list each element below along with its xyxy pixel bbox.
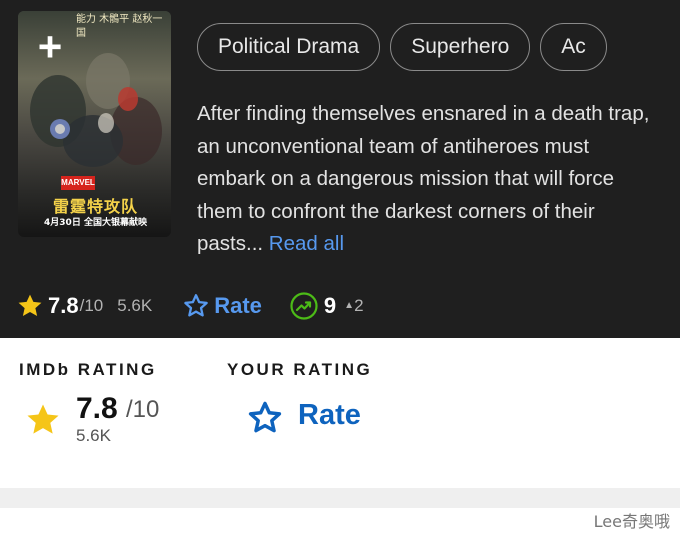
- popularity-rank: 9: [323, 293, 337, 318]
- genre-chip[interactable]: Political Drama: [197, 23, 381, 71]
- rating-section: IMDb RATING YOUR RATING 7.8 /10 5.6K Rat…: [0, 338, 680, 488]
- poster-title-text: 雷霆特攻队: [52, 197, 138, 216]
- your-rate-button[interactable]: Rate: [298, 399, 361, 432]
- plot-text: After finding themselves ensnared in a d…: [197, 102, 650, 255]
- imdb-rating-score[interactable]: 7.8: [76, 392, 118, 426]
- genre-chip[interactable]: Superhero: [390, 23, 531, 71]
- poster-image[interactable]: + 能力 木鶻平 赵秋一 国 MARVEL 雷霆特攻队 4月30日 全国大银幕献…: [18, 11, 171, 237]
- marvel-badge: MARVEL: [61, 176, 95, 190]
- plot-description[interactable]: After finding themselves ensnared in a d…: [197, 98, 657, 261]
- title-overview-panel: + 能力 木鶻平 赵秋一 国 MARVEL 雷霆特攻队 4月30日 全国大银幕献…: [0, 0, 680, 338]
- imdb-rating-out-of: /10: [126, 396, 160, 423]
- vote-count: 5.6K: [117, 296, 153, 315]
- next-section: [0, 508, 680, 540]
- rating-metrics-bar: 7.8 /10 5.6K Rate 9 ▲2: [16, 288, 364, 324]
- genre-chip[interactable]: Ac: [540, 23, 607, 71]
- rating-score: 7.8: [48, 293, 79, 318]
- star-outline-icon[interactable]: [182, 292, 210, 320]
- your-rating-header: YOUR RATING: [227, 360, 373, 379]
- poster-date-text: 4月30日 全国大银幕献映: [44, 218, 147, 228]
- poster-top-text: 能力 木鶻平 赵秋一 国: [76, 14, 163, 39]
- watermark-text: Lee奇奥哦: [593, 512, 670, 531]
- imdb-rating-header: IMDb RATING: [19, 360, 157, 379]
- section-divider: [0, 488, 680, 508]
- read-all-link[interactable]: Read all: [269, 232, 344, 255]
- star-icon: [18, 294, 42, 317]
- rating-out-of: /10: [79, 296, 104, 315]
- rate-button[interactable]: Rate: [214, 293, 262, 319]
- star-icon: [27, 404, 59, 434]
- plus-icon[interactable]: +: [30, 26, 70, 68]
- imdb-vote-count: 5.6K: [76, 426, 111, 445]
- star-outline-icon[interactable]: [246, 399, 284, 437]
- genre-chips: Political Drama Superhero Ac: [197, 23, 618, 73]
- popularity-delta: ▲2: [344, 296, 363, 316]
- trending-up-icon: [290, 292, 318, 320]
- caret-up-icon: ▲: [344, 300, 355, 311]
- popularity-delta-value: 2: [354, 296, 364, 315]
